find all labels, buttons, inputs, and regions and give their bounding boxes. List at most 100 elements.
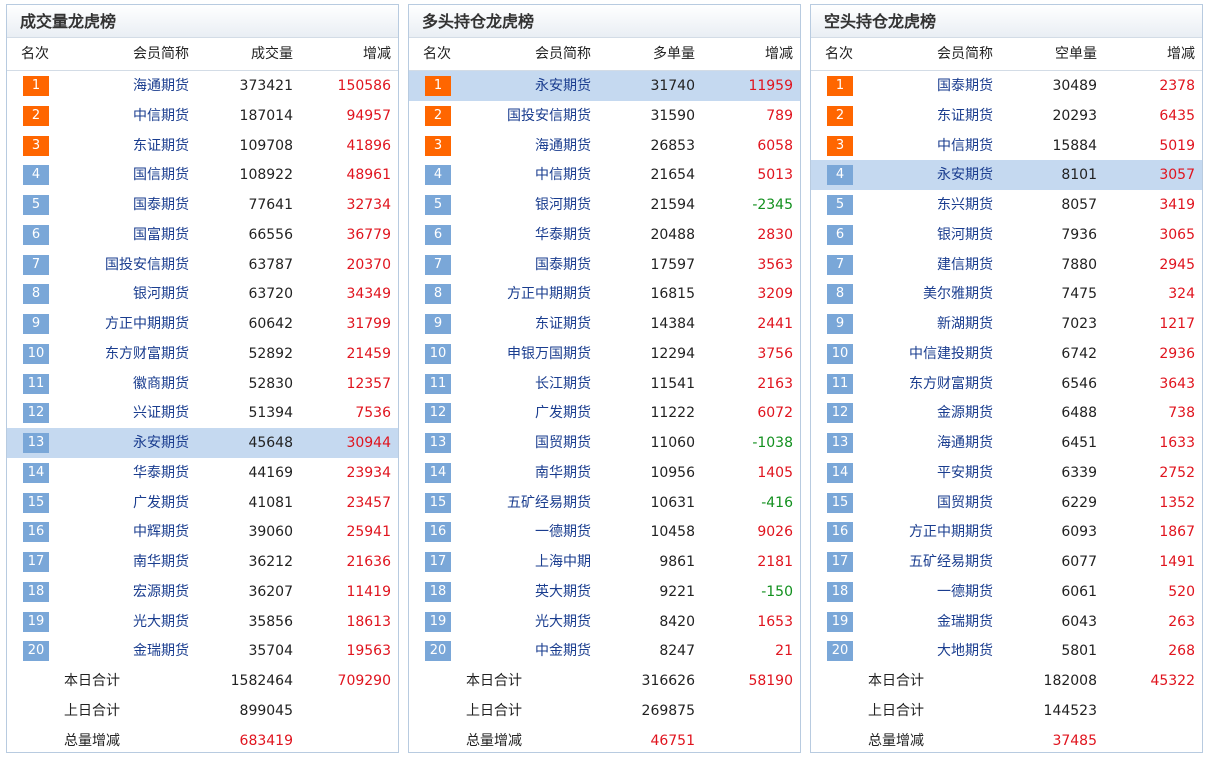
member-name-link[interactable]: 永安期货: [535, 71, 591, 101]
table-row[interactable]: 1 永安期货 31740 11959: [409, 71, 800, 101]
member-name-link[interactable]: 东证期货: [937, 101, 993, 131]
member-column-header[interactable]: 会员简称: [133, 38, 189, 70]
member-name-link[interactable]: 五矿经易期货: [507, 488, 591, 518]
table-row[interactable]: 14 平安期货 6339 2752: [811, 458, 1202, 488]
member-name-link[interactable]: 东证期货: [133, 131, 189, 161]
member-name-link[interactable]: 国贸期货: [535, 428, 591, 458]
table-row[interactable]: 1 海通期货 373421 150586: [7, 71, 398, 101]
table-row[interactable]: 12 兴证期货 51394 7536: [7, 398, 398, 428]
member-name-link[interactable]: 国富期货: [133, 220, 189, 250]
member-name-link[interactable]: 东方财富期货: [105, 339, 189, 369]
rank-column-header[interactable]: 名次: [21, 38, 49, 70]
table-row[interactable]: 16 中辉期货 39060 25941: [7, 517, 398, 547]
member-name-link[interactable]: 华泰期货: [535, 220, 591, 250]
rank-column-header[interactable]: 名次: [825, 38, 853, 70]
rank-column-header[interactable]: 名次: [423, 38, 451, 70]
table-row[interactable]: 2 中信期货 187014 94957: [7, 101, 398, 131]
member-name-link[interactable]: 美尔雅期货: [923, 279, 993, 309]
member-name-link[interactable]: 东兴期货: [937, 190, 993, 220]
member-name-link[interactable]: 中信期货: [937, 131, 993, 161]
member-name-link[interactable]: 国泰期货: [937, 71, 993, 101]
table-row[interactable]: 6 华泰期货 20488 2830: [409, 220, 800, 250]
member-name-link[interactable]: 金源期货: [937, 398, 993, 428]
member-name-link[interactable]: 银河期货: [133, 279, 189, 309]
change-column-header[interactable]: 增减: [1167, 38, 1195, 70]
member-name-link[interactable]: 海通期货: [133, 71, 189, 101]
table-row[interactable]: 8 方正中期期货 16815 3209: [409, 279, 800, 309]
member-name-link[interactable]: 宏源期货: [133, 577, 189, 607]
table-row[interactable]: 5 东兴期货 8057 3419: [811, 190, 1202, 220]
table-row[interactable]: 17 南华期货 36212 21636: [7, 547, 398, 577]
table-row[interactable]: 7 国投安信期货 63787 20370: [7, 250, 398, 280]
value-column-header[interactable]: 成交量: [251, 38, 293, 70]
table-row[interactable]: 3 中信期货 15884 5019: [811, 131, 1202, 161]
member-name-link[interactable]: 海通期货: [937, 428, 993, 458]
table-row[interactable]: 18 英大期货 9221 -150: [409, 577, 800, 607]
value-column-header[interactable]: 空单量: [1055, 38, 1097, 70]
member-name-link[interactable]: 上海中期: [535, 547, 591, 577]
member-name-link[interactable]: 中辉期货: [133, 517, 189, 547]
member-name-link[interactable]: 建信期货: [937, 250, 993, 280]
member-name-link[interactable]: 徽商期货: [133, 369, 189, 399]
table-row[interactable]: 5 银河期货 21594 -2345: [409, 190, 800, 220]
member-name-link[interactable]: 永安期货: [937, 160, 993, 190]
table-row[interactable]: 8 银河期货 63720 34349: [7, 279, 398, 309]
table-row[interactable]: 4 永安期货 8101 3057: [811, 160, 1202, 191]
member-name-link[interactable]: 一德期货: [937, 577, 993, 607]
table-row[interactable]: 7 建信期货 7880 2945: [811, 250, 1202, 280]
table-row[interactable]: 19 光大期货 35856 18613: [7, 607, 398, 637]
member-name-link[interactable]: 银河期货: [937, 220, 993, 250]
member-name-link[interactable]: 国泰期货: [133, 190, 189, 220]
member-name-link[interactable]: 国投安信期货: [105, 250, 189, 280]
member-name-link[interactable]: 五矿经易期货: [909, 547, 993, 577]
member-name-link[interactable]: 金瑞期货: [937, 607, 993, 637]
member-name-link[interactable]: 中金期货: [535, 636, 591, 666]
table-row[interactable]: 15 国贸期货 6229 1352: [811, 488, 1202, 518]
table-row[interactable]: 13 国贸期货 11060 -1038: [409, 428, 800, 458]
table-row[interactable]: 17 五矿经易期货 6077 1491: [811, 547, 1202, 577]
member-name-link[interactable]: 英大期货: [535, 577, 591, 607]
member-name-link[interactable]: 申银万国期货: [507, 339, 591, 369]
table-row[interactable]: 4 国信期货 108922 48961: [7, 160, 398, 190]
member-name-link[interactable]: 光大期货: [535, 607, 591, 637]
table-row[interactable]: 20 中金期货 8247 21: [409, 636, 800, 666]
table-row[interactable]: 14 华泰期货 44169 23934: [7, 458, 398, 488]
table-row[interactable]: 17 上海中期 9861 2181: [409, 547, 800, 577]
member-name-link[interactable]: 中信期货: [133, 101, 189, 131]
member-name-link[interactable]: 平安期货: [937, 458, 993, 488]
member-name-link[interactable]: 国信期货: [133, 160, 189, 190]
member-name-link[interactable]: 华泰期货: [133, 458, 189, 488]
member-name-link[interactable]: 方正中期期货: [105, 309, 189, 339]
member-name-link[interactable]: 国泰期货: [535, 250, 591, 280]
table-row[interactable]: 6 银河期货 7936 3065: [811, 220, 1202, 250]
change-column-header[interactable]: 增减: [363, 38, 391, 70]
member-name-link[interactable]: 兴证期货: [133, 398, 189, 428]
table-row[interactable]: 10 东方财富期货 52892 21459: [7, 339, 398, 369]
table-row[interactable]: 14 南华期货 10956 1405: [409, 458, 800, 488]
member-name-link[interactable]: 金瑞期货: [133, 636, 189, 666]
table-row[interactable]: 5 国泰期货 77641 32734: [7, 190, 398, 220]
table-row[interactable]: 9 东证期货 14384 2441: [409, 309, 800, 339]
table-row[interactable]: 18 一德期货 6061 520: [811, 577, 1202, 607]
table-row[interactable]: 10 申银万国期货 12294 3756: [409, 339, 800, 369]
member-name-link[interactable]: 一德期货: [535, 517, 591, 547]
table-row[interactable]: 2 国投安信期货 31590 789: [409, 101, 800, 131]
table-row[interactable]: 4 中信期货 21654 5013: [409, 160, 800, 190]
table-row[interactable]: 7 国泰期货 17597 3563: [409, 250, 800, 280]
member-name-link[interactable]: 新湖期货: [937, 309, 993, 339]
table-row[interactable]: 3 东证期货 109708 41896: [7, 131, 398, 161]
member-column-header[interactable]: 会员简称: [535, 38, 591, 70]
table-row[interactable]: 9 方正中期期货 60642 31799: [7, 309, 398, 339]
table-row[interactable]: 9 新湖期货 7023 1217: [811, 309, 1202, 339]
table-row[interactable]: 2 东证期货 20293 6435: [811, 101, 1202, 131]
table-row[interactable]: 13 海通期货 6451 1633: [811, 428, 1202, 458]
member-name-link[interactable]: 东证期货: [535, 309, 591, 339]
member-name-link[interactable]: 中信建投期货: [909, 339, 993, 369]
value-column-header[interactable]: 多单量: [653, 38, 695, 70]
member-name-link[interactable]: 广发期货: [133, 488, 189, 518]
table-row[interactable]: 8 美尔雅期货 7475 324: [811, 279, 1202, 309]
table-row[interactable]: 11 东方财富期货 6546 3643: [811, 369, 1202, 399]
table-row[interactable]: 13 永安期货 45648 30944: [7, 428, 398, 458]
member-name-link[interactable]: 国投安信期货: [507, 101, 591, 131]
member-name-link[interactable]: 方正中期期货: [909, 517, 993, 547]
